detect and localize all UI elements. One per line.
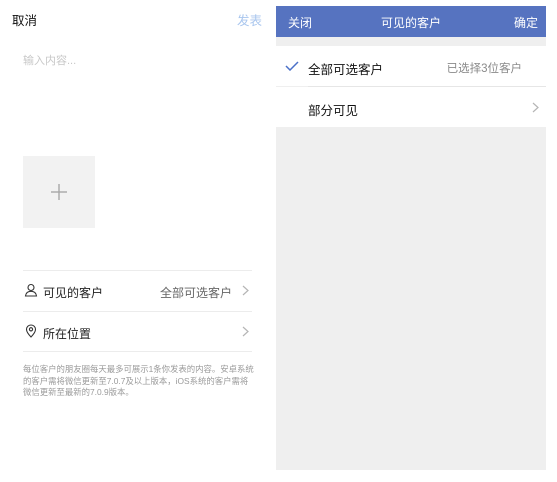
option-selected-count: 已选择3位客户 (446, 63, 522, 75)
option-label: 全部可选客户 (308, 63, 384, 77)
confirm-button[interactable]: 确定 (514, 14, 538, 31)
picker-title: 可见的客户 (380, 16, 441, 30)
option-partial-visible[interactable]: 部分可见 (276, 87, 546, 127)
visible-customers-value: 全部可选客户 (159, 286, 232, 300)
checkmark-icon (285, 61, 299, 71)
visible-customers-picker: 可见的客户 关闭 确定 全部可选客户 已选择3位客户 部分可见 (276, 6, 546, 470)
visible-customers-label: 可见的客户 (43, 286, 104, 300)
person-icon (24, 283, 38, 297)
location-label: 所在位置 (43, 327, 92, 341)
content-input[interactable]: 输入内容... (23, 52, 253, 68)
chevron-right-icon (242, 326, 249, 337)
chevron-right-icon (242, 285, 249, 296)
compose-post-panel: 取消 发表 输入内容... 可见的客户 全部可选客户 所在位置 每位客户的朋友圈… (0, 0, 270, 482)
add-image-button[interactable] (23, 156, 95, 228)
visibility-note: 每位客户的朋友圈每天最多可展示1条你发表的内容。安卓系统的客户需将微信更新至7.… (23, 364, 254, 397)
picker-header: 可见的客户 关闭 确定 (276, 6, 546, 37)
close-button[interactable]: 关闭 (288, 14, 312, 31)
compose-header: 取消 发表 (0, 0, 270, 36)
publish-button[interactable]: 发表 (237, 10, 262, 29)
option-label: 部分可见 (308, 104, 359, 118)
location-pin-icon (25, 324, 37, 338)
plus-icon (51, 184, 67, 200)
location-row[interactable]: 所在位置 (23, 311, 252, 352)
cancel-button[interactable]: 取消 (12, 10, 37, 29)
option-all-customers[interactable]: 全部可选客户 已选择3位客户 (276, 46, 546, 86)
chevron-right-icon (532, 102, 539, 113)
visible-customers-row[interactable]: 可见的客户 全部可选客户 (23, 270, 252, 311)
